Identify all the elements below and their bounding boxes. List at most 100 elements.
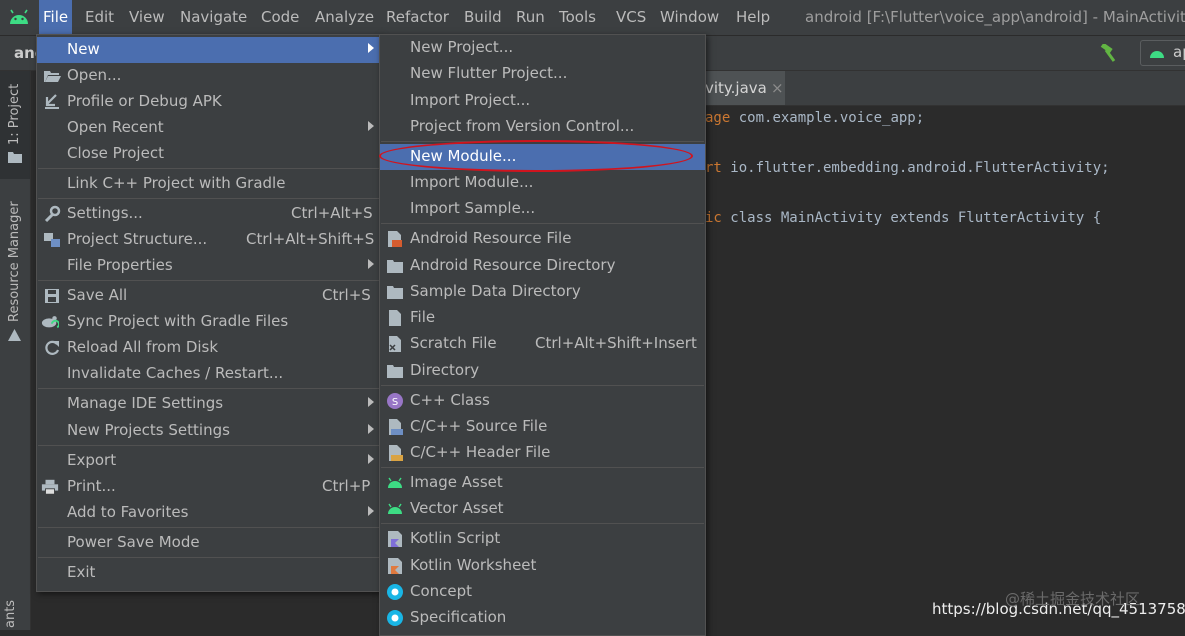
menu-navigate[interactable]: Navigate xyxy=(180,8,247,26)
menu-separator xyxy=(38,527,379,528)
new-menu-item-new-flutter-project[interactable]: New Flutter Project... xyxy=(380,61,705,87)
file-menu-item-new[interactable]: New xyxy=(37,37,380,63)
file-menu-item-power-save[interactable]: Power Save Mode xyxy=(37,530,380,556)
editor-tab-mainactivity[interactable]: vity.java × xyxy=(705,71,785,105)
new-menu-item-import-module[interactable]: Import Module... xyxy=(380,170,705,196)
shortcut-label: Ctrl+Alt+Shift+Insert xyxy=(535,334,697,352)
file-menu-item-file-properties[interactable]: File Properties xyxy=(37,253,380,279)
new-menu-item-cpp-class[interactable]: S C++ Class xyxy=(380,388,705,414)
editor-tab-label: vity.java xyxy=(705,79,767,97)
file-menu-item-profile-apk[interactable]: Profile or Debug APK xyxy=(37,89,380,115)
new-menu-item-android-resource-file[interactable]: Android Resource File xyxy=(380,226,705,252)
file-menu-item-save-all[interactable]: Save All Ctrl+S xyxy=(37,283,380,309)
new-menu-item-android-resource-directory[interactable]: Android Resource Directory xyxy=(380,253,705,279)
menu-run[interactable]: Run xyxy=(516,8,545,26)
file-menu-item-link-cpp[interactable]: Link C++ Project with Gradle xyxy=(37,171,380,197)
menu-bar: File Edit View Navigate Code Analyze Ref… xyxy=(0,0,1185,36)
new-menu-item-scratch-file[interactable]: Scratch File Ctrl+Alt+Shift+Insert xyxy=(380,331,705,357)
window-title: android [F:\Flutter\voice_app\android] -… xyxy=(805,8,1185,26)
folder-icon xyxy=(8,152,22,163)
file-menu-item-invalidate-caches[interactable]: Invalidate Caches / Restart... xyxy=(37,361,380,387)
resource-manager-tab[interactable]: Resource Manager xyxy=(0,200,30,350)
run-config-selector[interactable]: ap xyxy=(1140,40,1185,66)
menu-window[interactable]: Window xyxy=(660,8,719,26)
submenu-arrow-icon xyxy=(368,259,374,269)
cpp-header-icon xyxy=(389,445,403,461)
menu-file[interactable]: File xyxy=(39,0,73,35)
cpp-class-icon: S xyxy=(387,393,403,409)
gradle-sync-icon xyxy=(41,316,59,329)
file-menu-item-project-structure[interactable]: Project Structure... Ctrl+Alt+Shift+S xyxy=(37,227,380,253)
new-menu-item-image-asset[interactable]: Image Asset xyxy=(380,470,705,496)
resource-manager-icon xyxy=(8,329,21,341)
new-menu-item-directory[interactable]: Directory xyxy=(380,358,705,384)
file-menu-item-open-recent[interactable]: Open Recent xyxy=(37,115,380,141)
wrench-icon xyxy=(44,205,61,223)
file-menu-item-open[interactable]: Open... xyxy=(37,63,380,89)
new-menu-item-cpp-source[interactable]: C/C++ Source File xyxy=(380,414,705,440)
kotlin-icon xyxy=(388,531,402,547)
menu-separator xyxy=(38,168,379,169)
tab-close-icon[interactable]: × xyxy=(771,79,784,97)
new-menu-item-vector-asset[interactable]: Vector Asset xyxy=(380,496,705,522)
file-menu-item-settings[interactable]: Settings... Ctrl+Alt+S xyxy=(37,201,380,227)
concept-icon xyxy=(387,584,403,600)
new-menu-item-import-project[interactable]: Import Project... xyxy=(380,88,705,114)
code-line-3: ic class MainActivity extends FlutterAct… xyxy=(705,210,1102,226)
new-menu-item-kotlin-script[interactable]: Kotlin Script xyxy=(380,526,705,552)
menu-code[interactable]: Code xyxy=(261,8,299,26)
submenu-arrow-icon xyxy=(368,397,374,407)
shortcut-label: Ctrl+P xyxy=(322,477,371,495)
file-menu-item-exit[interactable]: Exit xyxy=(37,560,380,586)
file-menu: New Open... Profile or Debug APK Open Re… xyxy=(36,34,381,592)
file-menu-item-reload[interactable]: Reload All from Disk xyxy=(37,335,380,361)
menu-build[interactable]: Build xyxy=(464,8,502,26)
bottom-strip-tab[interactable]: ants xyxy=(3,600,18,628)
new-menu-item-specification[interactable]: Specification xyxy=(380,605,705,631)
file-menu-item-export[interactable]: Export xyxy=(37,448,380,474)
menu-view[interactable]: View xyxy=(129,8,165,26)
folder-icon xyxy=(387,365,403,378)
menu-separator xyxy=(381,223,704,224)
submenu-arrow-icon xyxy=(368,506,374,516)
file-menu-item-sync-gradle[interactable]: Sync Project with Gradle Files xyxy=(37,309,380,335)
folder-open-icon xyxy=(44,71,61,82)
menu-tools[interactable]: Tools xyxy=(559,8,596,26)
code-line-2: rt io.flutter.embedding.android.FlutterA… xyxy=(705,160,1110,176)
submenu-arrow-icon xyxy=(368,424,374,434)
run-config-label: ap xyxy=(1173,43,1185,61)
shortcut-label: Ctrl+Alt+Shift+S xyxy=(246,230,375,248)
new-menu-item-new-project[interactable]: New Project... xyxy=(380,35,705,61)
file-menu-item-print[interactable]: Print... Ctrl+P xyxy=(37,474,380,500)
android-studio-logo-icon xyxy=(10,9,28,24)
menu-refactor[interactable]: Refactor xyxy=(386,8,449,26)
new-menu-item-file[interactable]: File xyxy=(380,305,705,331)
project-structure-icon xyxy=(44,233,60,247)
menu-help[interactable]: Help xyxy=(736,8,770,26)
hammer-icon[interactable] xyxy=(1098,44,1118,62)
menu-analyze[interactable]: Analyze xyxy=(315,8,374,26)
file-menu-item-add-favorites[interactable]: Add to Favorites xyxy=(37,500,380,526)
code-editor[interactable] xyxy=(705,71,1185,630)
import-apk-icon xyxy=(45,94,59,109)
menu-separator xyxy=(38,198,379,199)
project-tool-tab[interactable]: 1: Project xyxy=(0,71,30,179)
new-menu-item-sample-data-directory[interactable]: Sample Data Directory xyxy=(380,279,705,305)
new-menu-item-cpp-header[interactable]: C/C++ Header File xyxy=(380,440,705,466)
new-menu-item-import-sample[interactable]: Import Sample... xyxy=(380,196,705,222)
new-menu-item-kotlin-worksheet[interactable]: Kotlin Worksheet xyxy=(380,553,705,579)
file-menu-item-new-projects-settings[interactable]: New Projects Settings xyxy=(37,418,380,444)
reload-icon xyxy=(45,340,60,355)
shortcut-label: Ctrl+S xyxy=(322,286,371,304)
save-icon xyxy=(45,289,59,303)
file-menu-item-close-project[interactable]: Close Project xyxy=(37,141,380,167)
menu-separator xyxy=(381,523,704,524)
new-menu-item-project-from-vcs[interactable]: Project from Version Control... xyxy=(380,114,705,140)
project-tab-label: 1: Project xyxy=(7,83,22,145)
file-icon xyxy=(389,310,401,326)
menu-vcs[interactable]: VCS xyxy=(616,8,646,26)
android-icon xyxy=(388,477,402,488)
new-menu-item-concept[interactable]: Concept xyxy=(380,579,705,605)
menu-edit[interactable]: Edit xyxy=(85,8,114,26)
file-menu-item-manage-ide-settings[interactable]: Manage IDE Settings xyxy=(37,391,380,417)
